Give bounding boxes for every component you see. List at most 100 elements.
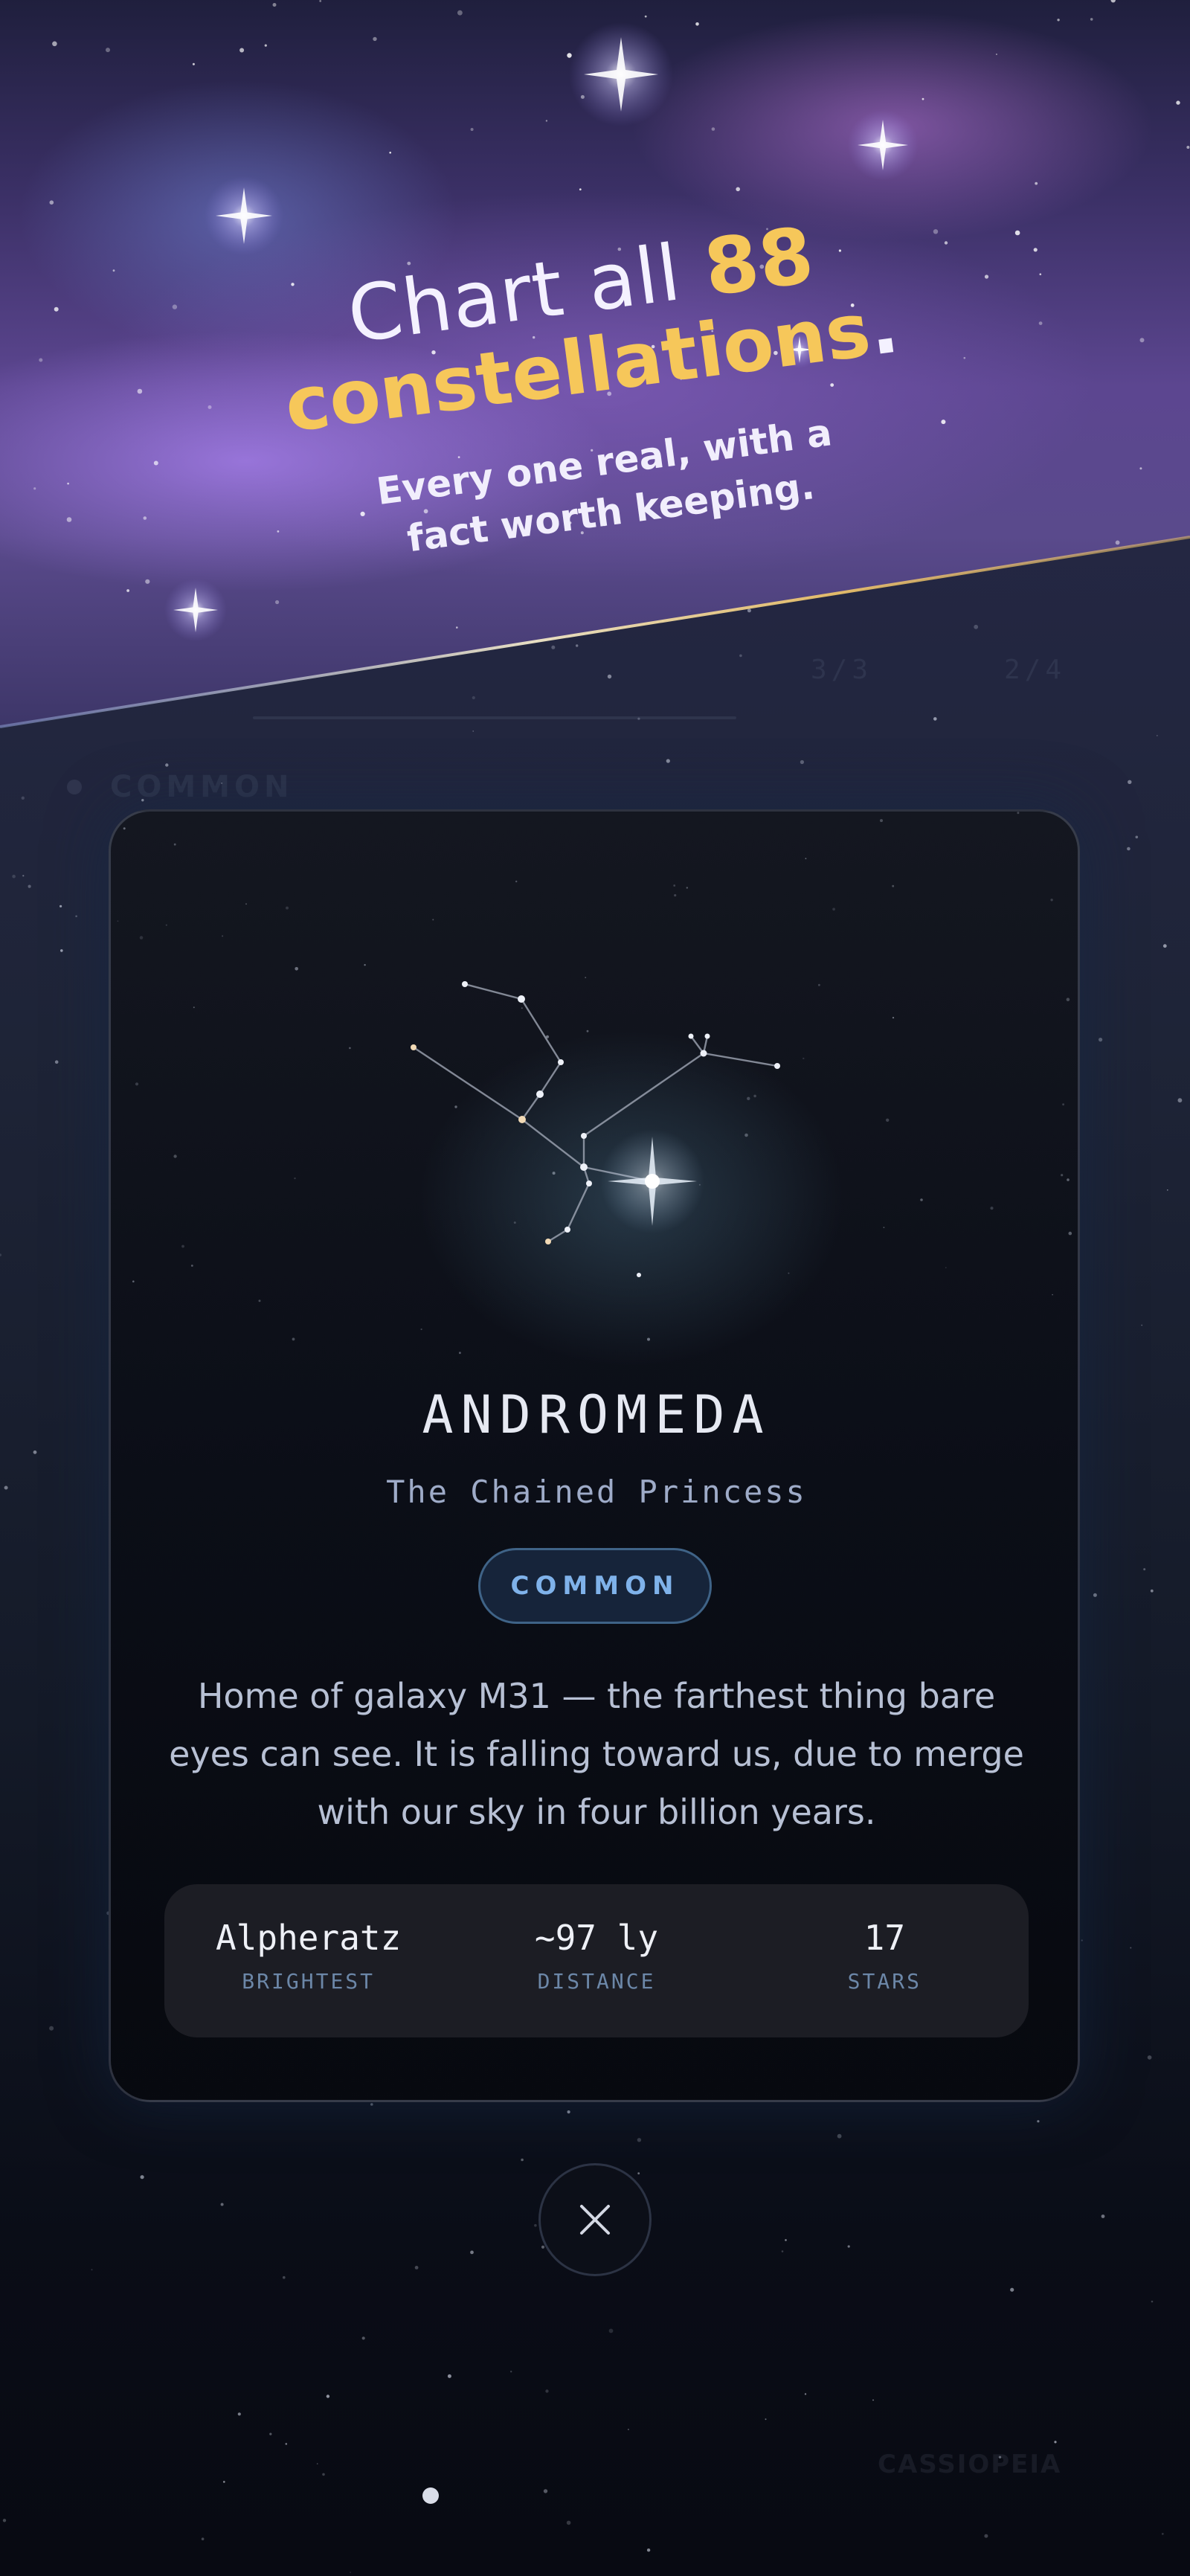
background-star [0, 1253, 1, 1256]
banner-star [1014, 230, 1020, 236]
banner-star [264, 44, 267, 47]
banner-star [145, 579, 150, 584]
banner-star [1139, 467, 1142, 470]
banner-star [112, 269, 115, 272]
banner-star [1115, 540, 1120, 545]
card-dust-star [1052, 1294, 1053, 1296]
background-star [872, 2399, 874, 2401]
constellation-card: ANDROMEDA The Chained Princess COMMON Ho… [109, 809, 1080, 2102]
background-star [1135, 835, 1139, 839]
background-star [470, 2250, 474, 2255]
background-star [804, 2393, 807, 2395]
card-dust-star [892, 1017, 895, 1019]
background-star [326, 2394, 330, 2398]
card-dust-star [245, 903, 247, 905]
background-section-dot [67, 780, 82, 794]
background-star [237, 2412, 241, 2416]
card-dust-star [515, 880, 518, 883]
stat-label: BRIGHTEST [242, 1969, 376, 1994]
background-star [637, 2138, 642, 2142]
background-star [1150, 1589, 1154, 1593]
banner-star [1033, 248, 1038, 252]
background-star [223, 2481, 225, 2483]
card-dust-star [432, 919, 434, 921]
background-star [201, 2537, 205, 2540]
background-star [1037, 2120, 1040, 2123]
stats-panel: Alpheratz BRIGHTEST ~97 ly DISTANCE 17 S… [164, 1884, 1029, 2037]
background-star [608, 2328, 614, 2334]
banner-star [389, 151, 391, 154]
banner-star [192, 62, 195, 65]
banner-star [373, 36, 377, 42]
background-star [510, 2371, 512, 2373]
background-star [521, 2158, 524, 2162]
card-dust-star [788, 1272, 790, 1274]
background-star [567, 2110, 570, 2114]
background-section-label: COMMON [110, 770, 294, 804]
background-star [646, 2548, 651, 2552]
background-star [2, 2519, 7, 2522]
background-star [75, 915, 77, 917]
card-dust-star [803, 1057, 805, 1060]
banner-star [1057, 19, 1060, 22]
close-button[interactable] [538, 2163, 652, 2276]
banner-star [456, 626, 458, 629]
card-dust-star [173, 843, 176, 846]
banner-star [545, 120, 548, 122]
background-star [361, 2336, 365, 2340]
card-dust-star [165, 924, 167, 926]
background-star [800, 759, 804, 765]
banner-star [1038, 321, 1043, 325]
card-dust-star [586, 1030, 589, 1032]
card-dust-star [686, 887, 688, 889]
close-icon [580, 2205, 610, 2235]
background-star [1010, 2287, 1014, 2292]
stat-star-count: 17 STARS [741, 1884, 1029, 2037]
banner-star [49, 200, 54, 205]
banner-star [711, 127, 715, 131]
banner-star [457, 10, 463, 16]
background-star [785, 2239, 787, 2241]
card-dust-star [222, 935, 224, 937]
card-dust-star [945, 1267, 947, 1268]
card-dust-star [805, 858, 807, 860]
banner-star [275, 600, 280, 605]
banner-star [239, 48, 245, 53]
banner-star [1186, 146, 1190, 149]
background-star [545, 2389, 549, 2393]
card-dust-star [454, 1105, 457, 1108]
card-dust-star [747, 1096, 750, 1100]
banner-star [143, 516, 147, 520]
background-star [1162, 944, 1167, 948]
card-dust-star [886, 1118, 890, 1122]
banner-star [54, 306, 59, 312]
card-dust-star [1067, 1178, 1070, 1181]
constellation-subtitle: The Chained Princess [386, 1474, 807, 1510]
background-star [269, 2432, 272, 2435]
banner-star [567, 53, 572, 58]
card-dust-star [139, 936, 144, 939]
background-star [1099, 1038, 1103, 1042]
banner-star [470, 128, 474, 131]
card-dust-star [818, 983, 820, 986]
card-dust-star [117, 920, 119, 922]
banner-star [736, 187, 740, 192]
background-star [12, 874, 16, 879]
background-star [447, 2374, 451, 2378]
card-dust-star [181, 1244, 184, 1248]
background-star [781, 2250, 784, 2252]
banner-star [1110, 0, 1116, 3]
card-dust-star [920, 1198, 923, 1201]
banner-star [33, 487, 36, 490]
card-dust-star [1066, 998, 1070, 1001]
background-star [1151, 2300, 1154, 2303]
banner-star [644, 15, 647, 18]
card-dust-star [832, 908, 835, 911]
background-star [54, 1060, 59, 1064]
background-star [49, 2026, 54, 2031]
card-dust-star [132, 1280, 135, 1282]
card-dust-star [753, 1094, 756, 1098]
background-star [285, 2443, 288, 2445]
background-star [984, 2534, 988, 2538]
background-star [140, 2175, 144, 2180]
